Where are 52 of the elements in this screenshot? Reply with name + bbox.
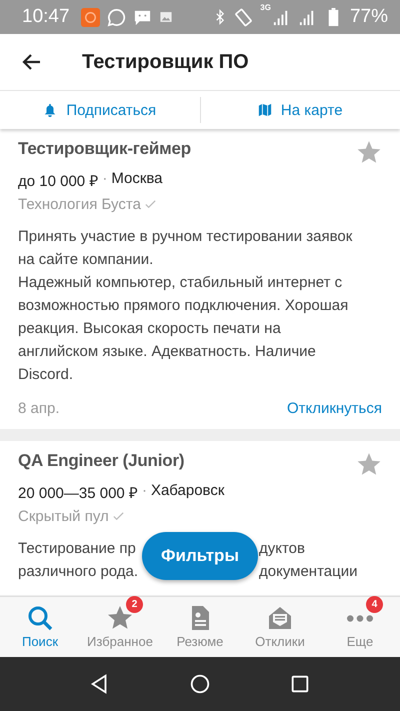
description-text: Надежный компьютер, стабильный интернет с: [18, 274, 342, 291]
battery-level: 77%: [350, 6, 388, 28]
description-text: различного рода.: [18, 563, 138, 580]
filters-button[interactable]: Фильтры: [142, 532, 258, 580]
date: 8 апр.: [18, 400, 60, 417]
bell-icon: [43, 103, 58, 117]
home-icon[interactable]: [189, 673, 211, 695]
app-notification-icon: [80, 8, 100, 26]
more-icon: [347, 615, 373, 622]
vacancy-title: QA Engineer (Junior): [18, 451, 184, 471]
description-text: английском языке. Адекватность. Наличие: [18, 343, 316, 360]
nav-tab[interactable]: Поиск: [0, 597, 80, 657]
salary: до 10 000 ₽: [18, 172, 98, 190]
description-text: дуктов: [259, 540, 305, 557]
description-text: реакция. Высокая скорость печати на: [18, 320, 281, 337]
action-button[interactable]: Подписаться: [0, 91, 200, 129]
vacancy-card[interactable]: [0, 129, 400, 429]
city: Москва: [111, 170, 163, 189]
salary: 20 000—35 000 ₽: [18, 484, 138, 502]
network-type: 3G: [260, 3, 271, 12]
star-icon[interactable]: [356, 139, 382, 165]
description-text: Принять участие в ручном тестировании заявок: [18, 228, 352, 245]
star-icon[interactable]: [356, 451, 382, 477]
separator-dot: ·: [102, 170, 108, 189]
description-text: на сайте компании.: [18, 251, 154, 268]
envelope-icon: [267, 605, 293, 631]
description-text: Discord.: [18, 366, 74, 383]
count-badge: 4: [366, 596, 383, 613]
rotation-icon: [234, 8, 254, 26]
search-icon: [27, 605, 53, 631]
chat-bubble-icon: [106, 8, 126, 26]
image-icon: [158, 9, 173, 25]
nav-tab[interactable]: 4 Еще: [320, 597, 400, 657]
page-title: Тестировщик ПО: [82, 50, 249, 74]
description-text: возможностью прямого подключения. Хорошая: [18, 297, 348, 314]
nav-tab[interactable]: 2 Избранное: [80, 597, 160, 657]
company-name: Технология Буста: [18, 196, 141, 213]
star-icon: [107, 605, 133, 631]
action-button[interactable]: На карте: [200, 91, 400, 129]
clock: 10:47: [22, 6, 70, 28]
nav-tab[interactable]: Отклики: [240, 597, 320, 657]
description-text: документации: [259, 563, 358, 580]
recents-icon[interactable]: [289, 673, 311, 695]
nav-tab[interactable]: Резюме: [160, 597, 240, 657]
city: Хабаровск: [150, 482, 224, 501]
separator-dot: ·: [142, 482, 147, 501]
count-badge: 2: [126, 596, 143, 613]
map-icon: [258, 103, 272, 117]
company-name: Скрытый пул: [18, 508, 109, 525]
vacancy-title: Тестировщик-геймер: [18, 139, 191, 159]
respond-link[interactable]: Откликнуться: [286, 400, 382, 417]
description-text: Тестирование пр: [18, 540, 136, 557]
